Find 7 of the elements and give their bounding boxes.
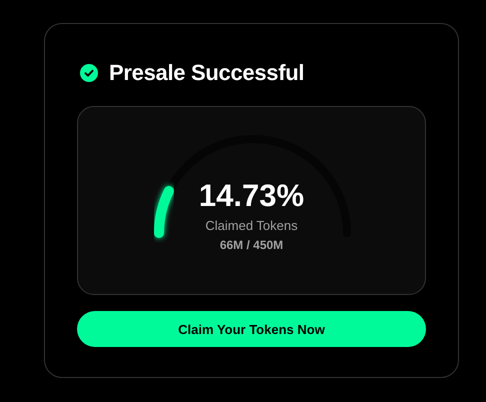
card-title: Presale Successful xyxy=(109,60,304,86)
claim-button[interactable]: Claim Your Tokens Now xyxy=(77,311,426,347)
token-amount: 66M / 450M xyxy=(220,238,284,253)
gauge-fill xyxy=(154,186,174,238)
progress-label: Claimed Tokens xyxy=(205,218,298,234)
percentage-value: 14.73% xyxy=(198,179,304,213)
check-circle-icon xyxy=(80,64,98,82)
